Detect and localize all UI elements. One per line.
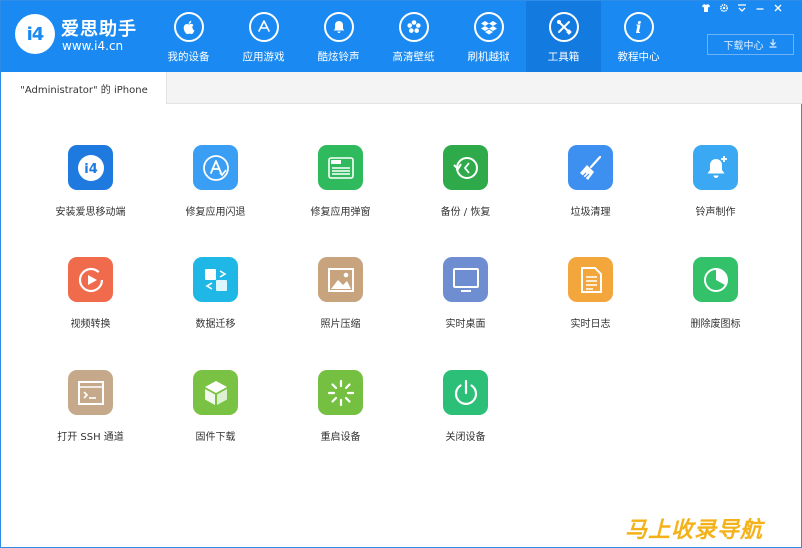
tool-backup-restore[interactable]: 备份 / 恢复: [403, 145, 528, 235]
download-center-button[interactable]: 下载中心: [707, 34, 794, 55]
tool-label: 修复应用闪退: [185, 207, 246, 218]
window-controls: [701, 3, 783, 15]
watermark: 马上收录导航: [625, 518, 764, 543]
dropdown-icon[interactable]: [737, 3, 747, 15]
tool-label: 垃圾清理: [570, 207, 611, 218]
photo-icon: [318, 257, 363, 302]
terminal-icon: [68, 370, 113, 415]
nav-flash-jailbreak[interactable]: 刷机越狱: [451, 1, 526, 72]
data-transfer-icon: [193, 257, 238, 302]
tool-photo-compress[interactable]: 照片压缩: [278, 257, 403, 347]
tool-label: 实时桌面: [445, 319, 486, 330]
tool-firmware-download[interactable]: 固件下载: [153, 370, 278, 460]
tool-junk-cleanup[interactable]: 垃圾清理: [528, 145, 653, 235]
brand-url: www.i4.cn: [62, 39, 124, 53]
tool-realtime-log[interactable]: 实时日志: [528, 257, 653, 347]
main-nav: 我的设备 应用游戏 酷炫铃声 高清壁纸 刷机越狱 工具箱 i 教程中心: [151, 1, 676, 72]
dropbox-icon: [473, 12, 504, 42]
device-tab[interactable]: "Administrator" 的 iPhone: [2, 72, 167, 104]
nav-toolbox[interactable]: 工具箱: [526, 1, 601, 72]
power-icon: [443, 370, 488, 415]
tool-realtime-desktop[interactable]: 实时桌面: [403, 257, 528, 347]
nav-label: 应用游戏: [242, 51, 285, 63]
nav-ringtones[interactable]: 酷炫铃声: [301, 1, 376, 72]
tool-label: 安装爱思移动端: [55, 207, 126, 218]
document-icon: [568, 257, 613, 302]
info-icon: i: [623, 12, 654, 42]
tool-data-migration[interactable]: 数据迁移: [153, 257, 278, 347]
device-tab-strip: "Administrator" 的 iPhone: [2, 72, 802, 104]
bell-icon: [323, 12, 354, 42]
minimize-icon[interactable]: [755, 3, 765, 15]
top-header: i4 爱思助手 www.i4.cn 我的设备 应用游戏 酷炫铃声 高清壁纸 刷机…: [1, 1, 802, 72]
app-store-icon: [248, 12, 279, 42]
tool-label: 重启设备: [320, 432, 361, 443]
download-center-label: 下载中心: [723, 41, 764, 52]
tool-remove-broken-icons[interactable]: 删除废图标: [653, 257, 778, 347]
tool-install-i4-mobile[interactable]: i4 安装爱思移动端: [28, 145, 153, 235]
tool-label: 视频转换: [70, 319, 111, 330]
brand-name: 爱思助手: [61, 19, 137, 40]
tool-label: 删除废图标: [690, 319, 741, 330]
nav-tutorials[interactable]: i 教程中心: [601, 1, 676, 72]
backup-restore-icon: [443, 145, 488, 190]
tool-label: 实时日志: [570, 319, 611, 330]
tool-label: 修复应用弹窗: [310, 207, 371, 218]
pie-clock-icon: [693, 257, 738, 302]
svg-text:i4: i4: [84, 162, 98, 177]
tool-label: 铃声制作: [695, 207, 736, 218]
i4-logo[interactable]: i4: [15, 14, 55, 54]
app-window: i4 爱思助手 www.i4.cn 我的设备 应用游戏 酷炫铃声 高清壁纸 刷机…: [0, 0, 802, 548]
download-arrow-icon: [768, 38, 778, 51]
tool-restart-device[interactable]: 重启设备: [278, 370, 403, 460]
tool-shutdown-device[interactable]: 关闭设备: [403, 370, 528, 460]
logo-text: i4: [26, 23, 45, 45]
tool-label: 固件下载: [195, 432, 236, 443]
nav-label: 我的设备: [167, 51, 210, 63]
apple-id-card-icon: [318, 145, 363, 190]
tool-open-ssh[interactable]: 打开 SSH 通道: [28, 370, 153, 460]
nav-label: 工具箱: [547, 51, 580, 63]
spinner-icon: [318, 370, 363, 415]
app-repair-icon: [193, 145, 238, 190]
cube-icon: [193, 370, 238, 415]
nav-label: 教程中心: [617, 51, 660, 63]
nav-apps-games[interactable]: 应用游戏: [226, 1, 301, 72]
tool-fix-app-popup[interactable]: 修复应用弹窗: [278, 145, 403, 235]
close-icon[interactable]: [773, 3, 783, 15]
tool-label: 打开 SSH 通道: [57, 432, 124, 443]
tool-fix-app-crash[interactable]: 修复应用闪退: [153, 145, 278, 235]
tool-ringtone-maker[interactable]: 铃声制作: [653, 145, 778, 235]
nav-wallpapers[interactable]: 高清壁纸: [376, 1, 451, 72]
gear-icon[interactable]: [719, 3, 729, 15]
flower-icon: [398, 12, 429, 42]
nav-label: 刷机越狱: [467, 51, 510, 63]
monitor-icon: [443, 257, 488, 302]
broom-icon: [568, 145, 613, 190]
shirt-icon[interactable]: [701, 3, 711, 15]
apple-icon: [173, 12, 204, 42]
i4-mobile-icon: i4: [68, 145, 113, 190]
tools-icon: [548, 12, 579, 42]
tool-label: 照片压缩: [320, 319, 361, 330]
nav-label: 高清壁纸: [392, 51, 435, 63]
tool-label: 数据迁移: [195, 319, 236, 330]
bell-plus-icon: [693, 145, 738, 190]
tool-video-convert[interactable]: 视频转换: [28, 257, 153, 347]
video-play-icon: [68, 257, 113, 302]
tool-label: 备份 / 恢复: [440, 207, 491, 218]
nav-label: 酷炫铃声: [317, 51, 360, 63]
nav-my-device[interactable]: 我的设备: [151, 1, 226, 72]
tool-label: 关闭设备: [445, 432, 486, 443]
